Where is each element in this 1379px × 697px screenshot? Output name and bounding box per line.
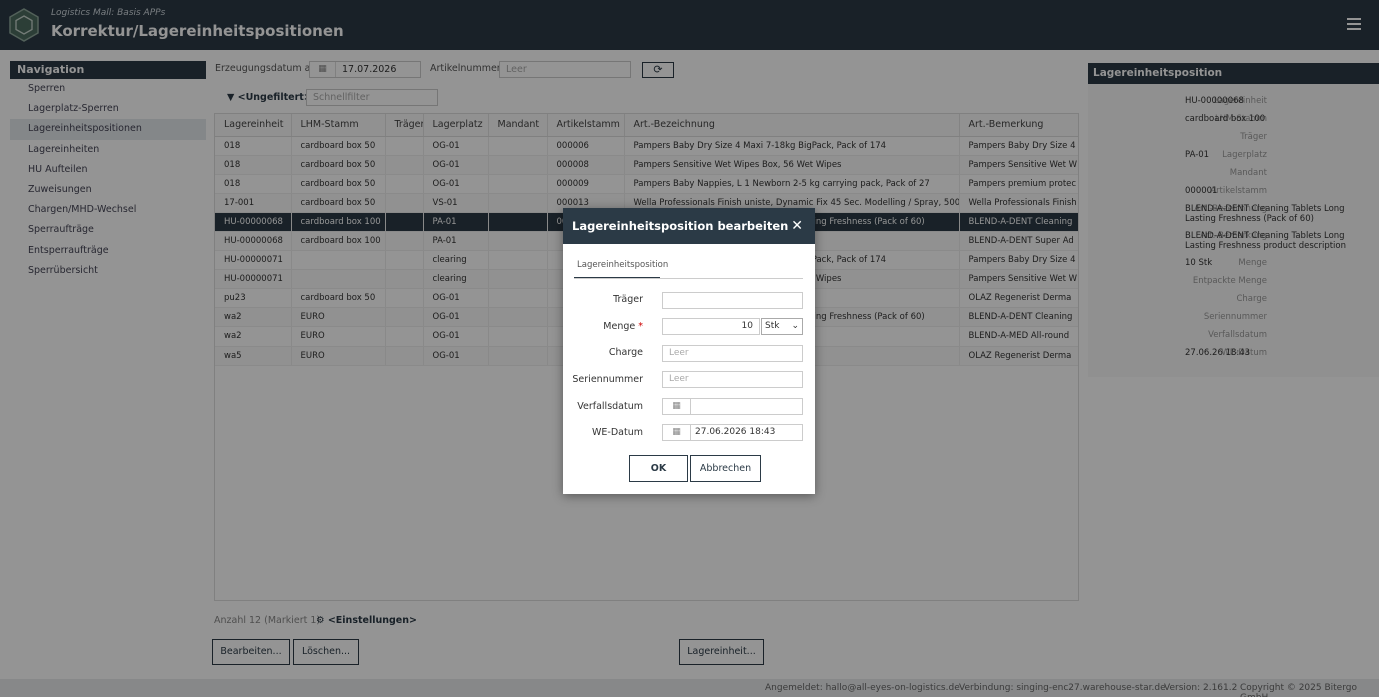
- tab-divider: [574, 278, 803, 279]
- ok-button[interactable]: OK: [629, 455, 688, 482]
- dialog-header: Lagereinheitsposition bearbeiten ✕: [563, 208, 815, 244]
- expiry-label: Verfallsdatum: [577, 401, 643, 412]
- calendar-icon[interactable]: ▦: [662, 398, 690, 415]
- close-icon[interactable]: ✕: [791, 218, 803, 234]
- chevron-down-icon: ⌄: [791, 321, 799, 331]
- menge-label: Menge *: [553, 321, 643, 332]
- calendar-icon[interactable]: ▦: [662, 424, 690, 441]
- required-marker: *: [638, 321, 643, 332]
- unit-select-value: Stk: [765, 321, 780, 331]
- edit-dialog: Lagereinheitsposition bearbeiten ✕ Lager…: [563, 208, 815, 494]
- charge-label: Charge: [608, 347, 643, 358]
- cancel-button[interactable]: Abbrechen: [690, 455, 761, 482]
- serial-label: Seriennummer: [572, 374, 643, 385]
- serial-field[interactable]: Leer: [662, 371, 803, 388]
- tab-position[interactable]: Lagereinheitsposition: [574, 260, 668, 279]
- we-date-label: WE-Datum: [592, 427, 643, 438]
- we-date-field[interactable]: 27.06.2026 18:43: [690, 424, 803, 441]
- expiry-field[interactable]: [690, 398, 803, 415]
- menge-field[interactable]: 10: [662, 318, 760, 335]
- traeger-label: Träger: [613, 294, 643, 305]
- charge-field[interactable]: Leer: [662, 345, 803, 362]
- dialog-title: Lagereinheitsposition bearbeiten: [572, 219, 789, 233]
- unit-select[interactable]: Stk ⌄: [761, 318, 803, 335]
- traeger-field[interactable]: [662, 292, 803, 309]
- menge-label-text: Menge: [603, 321, 636, 332]
